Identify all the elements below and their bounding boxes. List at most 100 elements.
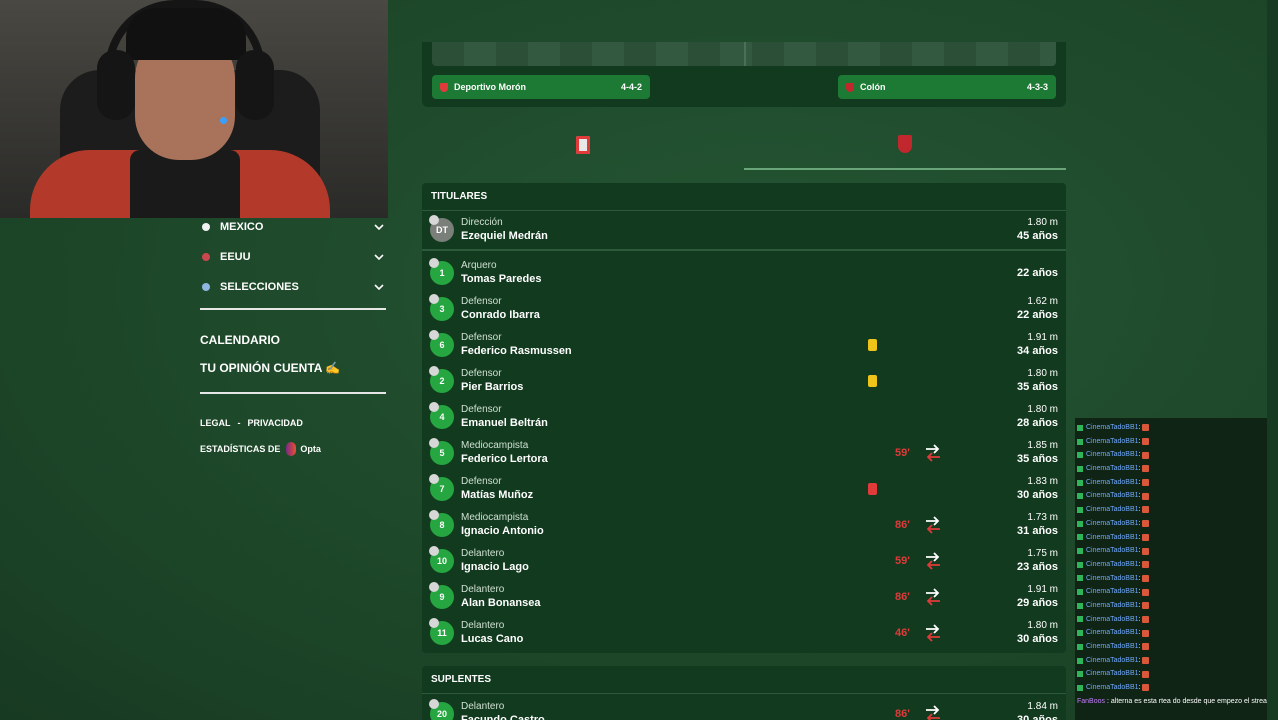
chat-emote-icon [1142,670,1150,678]
chat-badge-icon [1077,657,1083,664]
player-height: 1.91 m [1027,332,1058,343]
chat-username: CinemaTadoBB1 [1086,506,1139,514]
home-shield-icon [440,82,448,92]
chat-badge-icon [1077,520,1083,527]
shirt-number-badge: 8 [429,510,454,537]
chat-emote-icon [1142,684,1150,692]
chevron-down-icon[interactable] [372,250,386,264]
chat-username: CinemaTadoBB1 [1086,465,1139,473]
player-stats: 1.80 m 35 años [978,368,1058,394]
player-row[interactable]: 4 Defensor Emanuel Beltrán 1.80 m 28 años [422,399,1066,435]
chat-badge-icon [1077,561,1083,568]
nav-country-eeuu[interactable]: EEUU [200,242,386,272]
player-height: 1.83 m [1027,476,1058,487]
chat-separator: : [1138,519,1141,527]
chat-separator: : [1138,465,1141,473]
chat-emote-icon [1142,451,1150,459]
substitution-icon [924,623,942,643]
chat-username: CinemaTadoBB1 [1086,424,1139,431]
shirt-number-badge: 7 [429,474,454,501]
chat-emote-icon [1142,588,1150,596]
team-tabs [422,120,1066,170]
player-row[interactable]: 11 Delantero Lucas Cano 46' 1.80 m 30 años [422,615,1066,651]
opinion-link[interactable]: TU OPINIÓN CUENTA ✍️ [200,354,386,382]
chevron-down-icon[interactable] [372,220,386,234]
tab-home-team[interactable] [422,120,744,170]
player-position: Defensor [461,332,502,343]
player-row[interactable]: 10 Delantero Ignacio Lago 59' 1.75 m 23 años [422,543,1066,579]
coach-role: Dirección [461,217,503,228]
chat-message: CinemaTadoBB1: [1077,599,1276,613]
chat-emote-icon [1142,506,1150,514]
stream-chat: CinemaTadoBB1: CinemaTadoBB1: CinemaTadoBB… [1075,418,1278,720]
home-formation-chip[interactable]: Deportivo Morón 4-4-2 [432,75,650,99]
player-row[interactable]: 5 Mediocampista Federico Lertora 59' 1.85 m3… [422,435,1066,471]
chat-emote-icon [1142,657,1150,665]
shirt-number-badge: 10 [429,546,454,573]
chat-separator: : [1138,533,1141,541]
player-stats: 1.91 m 34 años [978,332,1058,358]
chat-message: CinemaTadoBB1: [1077,654,1276,668]
chat-separator: : [1138,601,1141,609]
player-row[interactable]: 1 Arquero Tomas Paredes 22 años [422,255,1066,291]
player-row[interactable]: 2 Defensor Pier Barrios 1.80 m 35 años [422,363,1066,399]
chevron-down-icon[interactable] [372,280,386,294]
away-formation-chip[interactable]: Colón 4-3-3 [838,75,1056,99]
player-age: 31 años [1017,525,1058,537]
chat-badge-icon [1077,589,1083,596]
substitution-minute: 59' [895,447,910,459]
webcam-shirt-center [130,150,240,218]
player-stats: 1.83 m 30 años [978,476,1058,502]
webcam-headphone-left [97,50,135,120]
chat-username: CinemaTadoBB1 [1086,684,1139,692]
chat-separator: : [1138,615,1141,623]
nav-country-selecciones[interactable]: SELECCIONES [200,272,386,302]
player-stats: 1.75 m 23 años [978,548,1058,574]
player-age: 29 años [1017,597,1058,609]
subs-title: SUPLENTES [422,666,1066,694]
player-name: Pier Barrios [461,381,524,393]
player-stats: 1.85 m 35 años [978,440,1058,466]
starters-section: TITULARES DT Dirección Ezequiel Medrán 1… [422,183,1066,653]
player-stats: 1.84 m 30 años [978,701,1058,720]
substitution-minute: 86' [895,591,910,603]
chat-username: CinemaTadoBB1 [1086,437,1139,445]
chat-username: CinemaTadoBB1 [1086,670,1139,678]
player-age: 30 años [1017,489,1058,501]
substitution-minute: 46' [895,627,910,639]
substitution-icon [924,551,942,571]
player-info: Defensor Federico Rasmussen [461,332,978,358]
chat-separator: : [1138,437,1141,445]
chat-message: CinemaTadoBB1: [1077,462,1276,476]
chat-badge-icon [1077,438,1083,445]
player-row[interactable]: 3 Defensor Conrado Ibarra 1.62 m 22 años [422,291,1066,327]
player-row[interactable]: 9 Delantero Alan Bonansea 86' 1.91 m 29 años [422,579,1066,615]
player-height: 1.84 m [1027,701,1058,712]
player-stats: 1.91 m 29 años [978,584,1058,610]
tab-away-team[interactable] [744,120,1066,170]
player-row[interactable]: 6 Defensor Federico Rasmussen 1.91 m 34 años [422,327,1066,363]
player-row[interactable]: 20 Delantero Facundo Castro 86' 1.84 m 30 año… [422,696,1066,720]
chat-separator: : [1138,424,1141,431]
chat-separator: : [1138,547,1141,555]
chat-emote-icon [1142,629,1150,637]
player-row[interactable]: 7 Defensor Matías Muñoz 1.83 m 30 años [422,471,1066,507]
opta-label: Opta [300,444,321,454]
substitution-minute: 59' [895,555,910,567]
legal-link[interactable]: LEGAL [200,410,231,436]
shirt-number-badge: 1 [429,258,454,285]
player-name: Conrado Ibarra [461,309,540,321]
chat-message: CinemaTadoBB1: [1077,503,1276,517]
webcam-overlay [0,0,388,218]
player-age: 34 años [1017,345,1058,357]
privacy-link[interactable]: PRIVACIDAD [248,410,303,436]
calendar-link[interactable]: CALENDARIO [200,326,386,354]
opta-logo[interactable]: Opta [286,436,321,462]
chat-message: CinemaTadoBB1: [1077,489,1276,503]
coach-row[interactable]: DT Dirección Ezequiel Medrán 1.80 m 45 a… [422,211,1066,251]
player-row[interactable]: 8 Mediocampista Ignacio Antonio 86' 1.73 m 31… [422,507,1066,543]
chat-separator: : [1138,560,1141,568]
chat-separator: : [1138,478,1141,486]
pitch-midline [744,42,746,66]
player-info: Defensor Emanuel Beltrán [461,404,978,430]
